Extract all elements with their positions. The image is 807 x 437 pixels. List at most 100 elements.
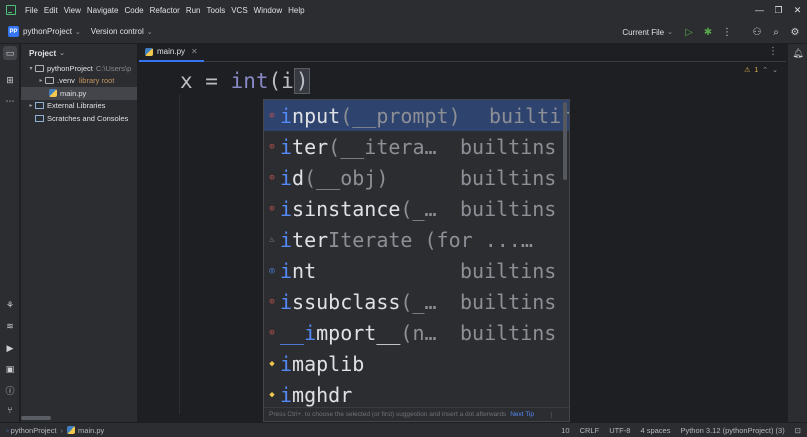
project-module-icon: ▫ — [6, 425, 9, 435]
python-packages-icon[interactable]: ⚘ — [3, 298, 17, 312]
completion-item[interactable]: ◆ imaplib — [264, 349, 569, 380]
debug-icon[interactable]: ✱ — [699, 23, 717, 41]
search-icon[interactable]: ⌕ — [767, 23, 785, 41]
restore-button[interactable]: ❐ — [769, 5, 788, 16]
menu-code[interactable]: Code — [121, 6, 146, 15]
completion-source: builtins — [460, 321, 557, 346]
menu-run[interactable]: Run — [183, 6, 204, 15]
tree-venv-label: .venv — [57, 76, 75, 86]
pycharm-logo-icon[interactable] — [6, 5, 16, 15]
completion-name: maplib — [292, 352, 365, 377]
read-only-lock-icon[interactable]: ⊡ — [795, 426, 801, 435]
menu-edit[interactable]: Edit — [41, 6, 61, 15]
completion-item[interactable]: ◎ int builtins — [264, 255, 569, 286]
chevron-down-icon[interactable]: ⌄ — [75, 28, 81, 36]
project-panel-header[interactable]: Project ⌄ — [21, 44, 137, 62]
python-interpreter[interactable]: Python 3.12 (pythonProject) (3) — [680, 426, 784, 435]
python-module-icon: ◆ — [269, 359, 275, 370]
expand-arrow-icon[interactable]: ▾ — [27, 65, 35, 72]
chevron-down-icon[interactable]: ⌄ — [147, 28, 153, 36]
indent-setting[interactable]: 4 spaces — [640, 426, 670, 435]
tree-external-libraries-label: External Libraries — [47, 101, 106, 111]
completion-item[interactable]: ♨ iter Iterate (for ...… — [264, 224, 569, 255]
more-actions-icon[interactable]: ⋮ — [718, 23, 736, 41]
menu-help[interactable]: Help — [285, 6, 307, 15]
function-icon: ⊙ — [269, 203, 275, 214]
completion-match: i — [280, 165, 293, 190]
chevron-up-icon[interactable]: ⌃ — [762, 66, 768, 74]
project-folder-icon[interactable]: ▭ — [3, 46, 17, 60]
services-run-icon[interactable]: ▶ — [3, 341, 17, 355]
completion-name: ter — [292, 134, 329, 159]
minimize-button[interactable]: — — [750, 5, 769, 15]
menu-refactor[interactable]: Refactor — [147, 6, 183, 15]
next-tip-link[interactable]: Next Tip — [510, 411, 534, 418]
menu-view[interactable]: View — [61, 6, 84, 15]
completion-item[interactable]: ⊙ __import__ (n… builtins — [264, 318, 569, 349]
settings-gear-icon[interactable]: ⚙ — [786, 23, 804, 41]
tree-item-root[interactable]: ▾ pythonProject C:\Users\p — [21, 62, 137, 75]
horizontal-scrollbar[interactable] — [21, 416, 51, 420]
completion-scrollbar[interactable] — [563, 102, 567, 180]
tree-item-external-libraries[interactable]: ▸ External Libraries — [21, 100, 137, 113]
menu-file[interactable]: File — [22, 6, 41, 15]
function-icon: ⊙ — [269, 297, 275, 308]
run-configuration-selector[interactable]: Current File — [622, 28, 664, 37]
library-icon — [35, 102, 44, 110]
library-root-note: library root — [78, 76, 115, 86]
tab-label: main.py — [157, 47, 186, 56]
breadcrumb-project[interactable]: pythonProject — [11, 426, 57, 435]
completion-item[interactable]: ⊙ id (__obj) builtins — [264, 162, 569, 193]
chevron-down-icon[interactable]: ⌄ — [59, 49, 65, 57]
caret-position[interactable]: 10 — [561, 426, 569, 435]
add-user-icon[interactable]: ⚇ — [748, 23, 766, 41]
line-separator[interactable]: CRLF — [580, 426, 600, 435]
terminal-icon[interactable]: ▣ — [3, 362, 17, 376]
more-tools-icon[interactable]: ⋯ — [3, 94, 17, 108]
menu-window[interactable]: Window — [251, 6, 285, 15]
close-tab-icon[interactable]: ✕ — [191, 47, 198, 56]
file-encoding[interactable]: UTF-8 — [609, 426, 630, 435]
layers-icon[interactable]: ≋ — [3, 319, 17, 333]
completion-match: i — [280, 134, 293, 159]
tree-item-venv[interactable]: ▸ .venv library root — [21, 75, 137, 88]
expand-arrow-icon[interactable]: ▸ — [37, 77, 45, 84]
problems-icon[interactable]: ⓘ — [3, 383, 17, 397]
tree-root-label: pythonProject — [47, 63, 93, 73]
code-function-name: int — [230, 69, 269, 93]
python-module-icon: ◆ — [269, 390, 275, 401]
main-toolbar: PP pythonProject ⌄ Version control ⌄ Cur… — [0, 20, 807, 44]
tree-item-main-py[interactable]: main.py — [21, 87, 137, 100]
run-icon[interactable]: ▷ — [680, 23, 698, 41]
completion-item[interactable]: ⊙ isinstance (_… builtins — [264, 193, 569, 224]
code-line[interactable]: x = int(i) — [180, 68, 311, 94]
tab-main-py[interactable]: main.py ✕ — [139, 44, 204, 62]
python-file-icon — [67, 426, 76, 434]
menu-tools[interactable]: Tools — [204, 6, 229, 15]
menu-navigate[interactable]: Navigate — [84, 6, 122, 15]
breadcrumb-file[interactable]: main.py — [78, 426, 104, 435]
close-button[interactable]: ✕ — [788, 5, 807, 16]
tree-item-scratches[interactable]: Scratches and Consoles — [21, 112, 137, 125]
structure-icon[interactable]: ⊞ — [3, 73, 17, 87]
more-options-icon[interactable]: ⋮ — [548, 411, 555, 419]
git-branch-icon[interactable]: ⑂ — [3, 403, 17, 417]
completion-signature: (_… — [400, 196, 437, 221]
indent-guide — [179, 94, 180, 414]
chevron-down-icon[interactable]: ⌄ — [667, 28, 673, 36]
tree-main-py-label: main.py — [60, 88, 87, 98]
project-selector[interactable]: pythonProject — [23, 27, 72, 36]
expand-arrow-icon[interactable]: ▸ — [27, 102, 35, 109]
completion-item[interactable]: ⊙ iter (__itera… builtins — [264, 131, 569, 162]
completion-item[interactable]: ⊙ input (__prompt) builtin — [264, 100, 569, 132]
notifications-bell-icon[interactable]: 🔔︎ — [791, 46, 805, 60]
inspection-widget[interactable]: ⚠ 1 ⌃ ⌄ — [744, 66, 778, 75]
project-panel-title: Project — [29, 48, 57, 58]
chevron-down-icon[interactable]: ⌄ — [772, 66, 778, 74]
version-control-selector[interactable]: Version control — [91, 27, 144, 36]
right-tool-stripe: 🔔︎ — [787, 44, 807, 422]
tab-options-icon[interactable]: ⋮ — [768, 46, 778, 57]
completion-item[interactable]: ⊙ issubclass (_… builtins — [264, 287, 569, 318]
project-badge[interactable]: PP — [8, 26, 19, 37]
menu-vcs[interactable]: VCS — [228, 6, 250, 15]
